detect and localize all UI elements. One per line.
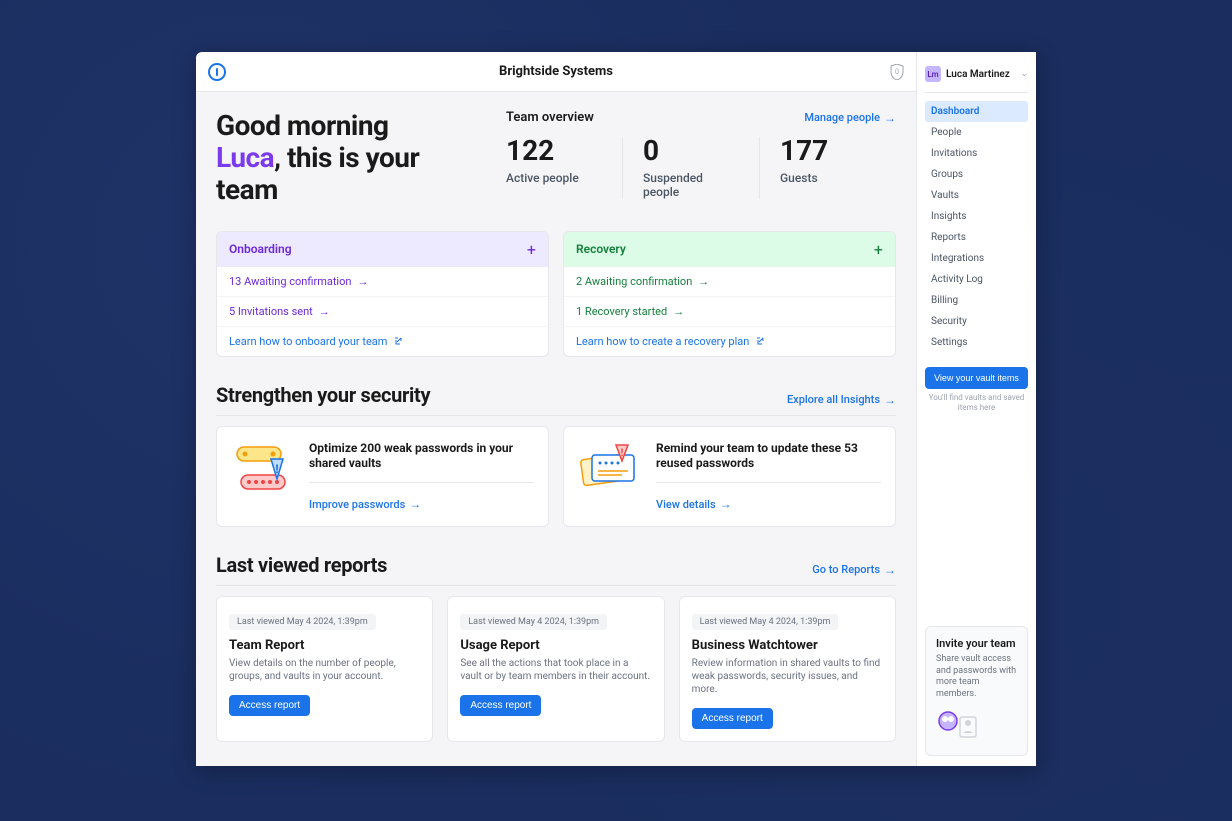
arrow-right-icon: →	[884, 111, 896, 125]
onboarding-title: Onboarding	[229, 242, 292, 256]
recovery-item-awaiting[interactable]: 2 Awaiting confirmation →	[564, 267, 895, 297]
view-details-link[interactable]: View details →	[656, 497, 732, 511]
security-section-title: Strengthen your security	[216, 383, 430, 407]
page-greeting: Good morning Luca, this is your team	[216, 110, 476, 207]
sidebar-item-groups[interactable]: Groups	[925, 164, 1028, 185]
add-onboarding-icon[interactable]: +	[527, 240, 536, 259]
weak-passwords-icon: !	[231, 441, 295, 497]
insight-card-weak-passwords: ! Optimize 200 weak passwords in your sh…	[216, 426, 549, 527]
sidebar-item-insights[interactable]: Insights	[925, 206, 1028, 227]
sidebar-item-invitations[interactable]: Invitations	[925, 143, 1028, 164]
notifications-shield-icon[interactable]: 0	[890, 64, 904, 80]
view-vault-items-button[interactable]: View your vault items	[925, 367, 1028, 389]
arrow-right-icon: →	[884, 563, 896, 577]
go-to-reports-link[interactable]: Go to Reports →	[812, 563, 896, 577]
recovery-learn-link[interactable]: Learn how to create a recovery plan	[564, 327, 895, 356]
external-link-icon	[755, 336, 765, 346]
access-report-button[interactable]: Access report	[229, 695, 310, 716]
sidebar-item-billing[interactable]: Billing	[925, 290, 1028, 311]
arrow-right-icon: →	[673, 305, 684, 318]
user-name: Luca Martinez	[946, 69, 1015, 80]
greeting-line1: Good morning	[216, 109, 389, 142]
invite-title: Invite your team	[936, 637, 1017, 650]
report-desc: Review information in shared vaults to f…	[692, 657, 883, 696]
onboarding-item-awaiting[interactable]: 13 Awaiting confirmation →	[217, 267, 548, 297]
sidebar-item-reports[interactable]: Reports	[925, 227, 1028, 248]
sidebar-item-people[interactable]: People	[925, 122, 1028, 143]
report-timestamp: Last viewed May 4 2024, 1:39pm	[460, 614, 607, 630]
svg-text:!: !	[621, 448, 624, 459]
onboarding-learn-link[interactable]: Learn how to onboard your team	[217, 327, 548, 356]
report-card-watchtower: Last viewed May 4 2024, 1:39pm Business …	[679, 596, 896, 742]
stat-suspended-value: 0	[643, 137, 739, 165]
recovery-card: Recovery + 2 Awaiting confirmation → 1 R…	[563, 231, 896, 357]
access-report-button[interactable]: Access report	[460, 695, 541, 716]
vault-hint: You'll find vaults and saved items here	[925, 393, 1028, 412]
sidebar-item-activity-log[interactable]: Activity Log	[925, 269, 1028, 290]
reused-passwords-icon: !	[578, 441, 642, 497]
report-desc: See all the actions that took place in a…	[460, 657, 651, 683]
report-title: Business Watchtower	[692, 638, 883, 653]
overview-title: Team overview	[506, 110, 594, 125]
arrow-right-icon: →	[357, 275, 368, 288]
arrow-right-icon: →	[319, 305, 330, 318]
arrow-right-icon: →	[720, 497, 732, 511]
stat-guests-label: Guests	[780, 171, 876, 185]
add-recovery-icon[interactable]: +	[874, 240, 883, 259]
sidebar-item-dashboard[interactable]: Dashboard	[925, 101, 1028, 122]
chevron-down-icon: ⌄	[1020, 69, 1028, 79]
reports-section-title: Last viewed reports	[216, 553, 387, 577]
report-card-usage: Last viewed May 4 2024, 1:39pm Usage Rep…	[447, 596, 664, 742]
report-desc: View details on the number of people, gr…	[229, 657, 420, 683]
access-report-button[interactable]: Access report	[692, 708, 773, 729]
sidebar-item-integrations[interactable]: Integrations	[925, 248, 1028, 269]
avatar: Lm	[925, 66, 941, 82]
insight-title: Optimize 200 weak passwords in your shar…	[309, 441, 534, 483]
report-timestamp: Last viewed May 4 2024, 1:39pm	[229, 614, 376, 630]
recovery-title: Recovery	[576, 242, 626, 256]
stat-guests-value: 177	[780, 137, 876, 165]
app-logo[interactable]	[208, 63, 226, 81]
svg-text:0: 0	[895, 68, 899, 76]
invite-desc: Share vault access and passwords with mo…	[936, 654, 1017, 701]
sidebar-item-security[interactable]: Security	[925, 311, 1028, 332]
arrow-right-icon: →	[884, 393, 896, 407]
invite-team-card: Invite your team Share vault access and …	[925, 626, 1028, 756]
report-title: Team Report	[229, 638, 420, 653]
improve-passwords-link[interactable]: Improve passwords →	[309, 497, 421, 511]
greeting-name: Luca	[216, 141, 274, 174]
stat-active-label: Active people	[506, 171, 602, 185]
report-card-team: Last viewed May 4 2024, 1:39pm Team Repo…	[216, 596, 433, 742]
recovery-item-started[interactable]: 1 Recovery started →	[564, 297, 895, 327]
org-name: Brightside Systems	[499, 64, 613, 79]
stat-suspended-label: Suspended people	[643, 171, 739, 199]
explore-insights-link[interactable]: Explore all Insights →	[787, 393, 896, 407]
sidebar-item-settings[interactable]: Settings	[925, 332, 1028, 353]
insight-card-reused-passwords: ! Remind your team to update these 53 re…	[563, 426, 896, 527]
manage-people-link[interactable]: Manage people →	[804, 111, 896, 125]
sidebar-item-vaults[interactable]: Vaults	[925, 185, 1028, 206]
arrow-right-icon: →	[409, 497, 421, 511]
svg-text:!: !	[275, 462, 278, 476]
external-link-icon	[393, 336, 403, 346]
invite-team-icon	[936, 709, 980, 741]
onboarding-card: Onboarding + 13 Awaiting confirmation → …	[216, 231, 549, 357]
user-menu[interactable]: Lm Luca Martinez ⌄	[925, 62, 1028, 93]
report-title: Usage Report	[460, 638, 651, 653]
stat-active-value: 122	[506, 137, 602, 165]
report-timestamp: Last viewed May 4 2024, 1:39pm	[692, 614, 839, 630]
insight-title: Remind your team to update these 53 reus…	[656, 441, 881, 483]
onboarding-item-invitations[interactable]: 5 Invitations sent →	[217, 297, 548, 327]
arrow-right-icon: →	[698, 275, 709, 288]
